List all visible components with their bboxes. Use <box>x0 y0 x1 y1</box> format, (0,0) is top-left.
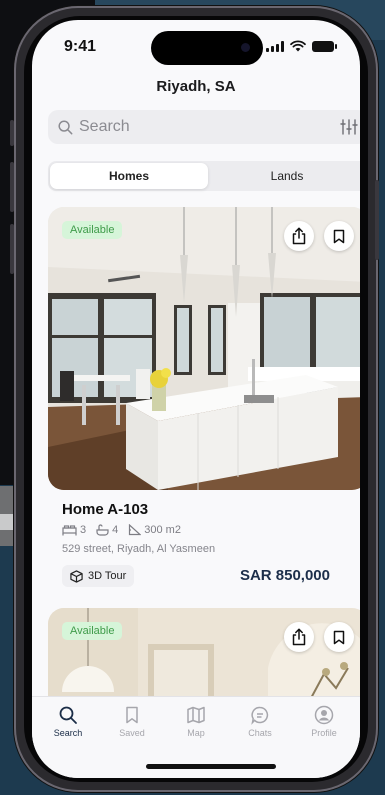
tab-map[interactable]: Map <box>164 705 228 738</box>
availability-badge: Available <box>62 622 123 640</box>
chat-bubble-icon <box>251 706 269 725</box>
listing-title[interactable]: Home A-103 <box>62 501 148 518</box>
search-input[interactable] <box>79 118 340 136</box>
location-title[interactable]: Riyadh, SA <box>32 78 360 95</box>
side-button-volume-up <box>10 162 14 212</box>
status-bar: 9:41 <box>32 20 360 74</box>
bookmark-button[interactable] <box>324 221 354 251</box>
share-button[interactable] <box>284 622 314 652</box>
bathrooms-count: 4 <box>112 524 119 536</box>
filter-sliders-icon[interactable] <box>340 118 358 136</box>
bath-icon <box>96 524 109 536</box>
tab-label: Chats <box>248 728 272 738</box>
map-icon <box>187 706 205 724</box>
search-icon <box>59 706 77 724</box>
side-button-volume-down <box>10 224 14 274</box>
bottom-tab-bar: Search Saved Map Chats Profile <box>32 696 360 778</box>
availability-badge: Available <box>62 221 123 239</box>
bedrooms-spec: 3 <box>62 524 86 536</box>
property-type-segmented-control: Homes Lands <box>48 161 360 191</box>
listing-photo[interactable]: Available <box>48 207 360 490</box>
3d-tour-label: 3D Tour <box>88 570 127 582</box>
segment-homes[interactable]: Homes <box>50 163 208 189</box>
search-icon <box>58 119 73 134</box>
share-icon <box>292 628 306 646</box>
listing-address: 529 street, Riyadh, Al Yasmeen <box>62 543 216 555</box>
camera-icon <box>241 43 250 52</box>
tab-label: Saved <box>119 728 145 738</box>
tab-label: Profile <box>311 728 337 738</box>
listing-specs: 3 4 300 m2 <box>62 524 181 536</box>
tab-search[interactable]: Search <box>36 705 100 738</box>
tab-profile[interactable]: Profile <box>292 705 356 738</box>
status-time: 9:41 <box>64 38 97 55</box>
tab-label: Search <box>53 728 83 738</box>
share-icon <box>292 227 306 245</box>
tab-label: Map <box>187 728 205 738</box>
cellular-signal-icon <box>266 41 284 52</box>
area-value: 300 m2 <box>144 524 181 536</box>
search-bar[interactable] <box>48 110 360 144</box>
bathrooms-spec: 4 <box>96 524 118 536</box>
segment-lands[interactable]: Lands <box>208 163 360 189</box>
bookmark-icon <box>126 706 138 724</box>
area-ruler-icon <box>129 524 142 536</box>
dynamic-island <box>151 31 263 65</box>
wifi-icon <box>290 40 306 52</box>
home-indicator[interactable] <box>146 764 276 769</box>
bed-icon <box>62 524 77 535</box>
kitchen-photo <box>48 207 360 490</box>
3d-tour-button[interactable]: 3D Tour <box>62 565 135 587</box>
tab-chats[interactable]: Chats <box>228 705 292 738</box>
bookmark-button[interactable] <box>324 622 354 652</box>
profile-icon <box>314 705 334 725</box>
side-button-silent <box>10 120 14 146</box>
status-icons <box>266 40 337 52</box>
share-button[interactable] <box>284 221 314 251</box>
app-screen: 9:41 Riyadh, SA Search Homes Lands Avail… <box>32 20 360 778</box>
tab-saved[interactable]: Saved <box>100 705 164 738</box>
area-spec: 300 m2 <box>128 524 181 536</box>
listing-price: SAR 850,000 <box>239 567 330 584</box>
battery-icon <box>312 41 337 52</box>
cube-icon <box>70 569 83 583</box>
bookmark-icon <box>333 630 345 644</box>
side-button-power <box>375 180 379 260</box>
bedrooms-count: 3 <box>80 524 87 536</box>
bookmark-icon <box>333 229 345 243</box>
